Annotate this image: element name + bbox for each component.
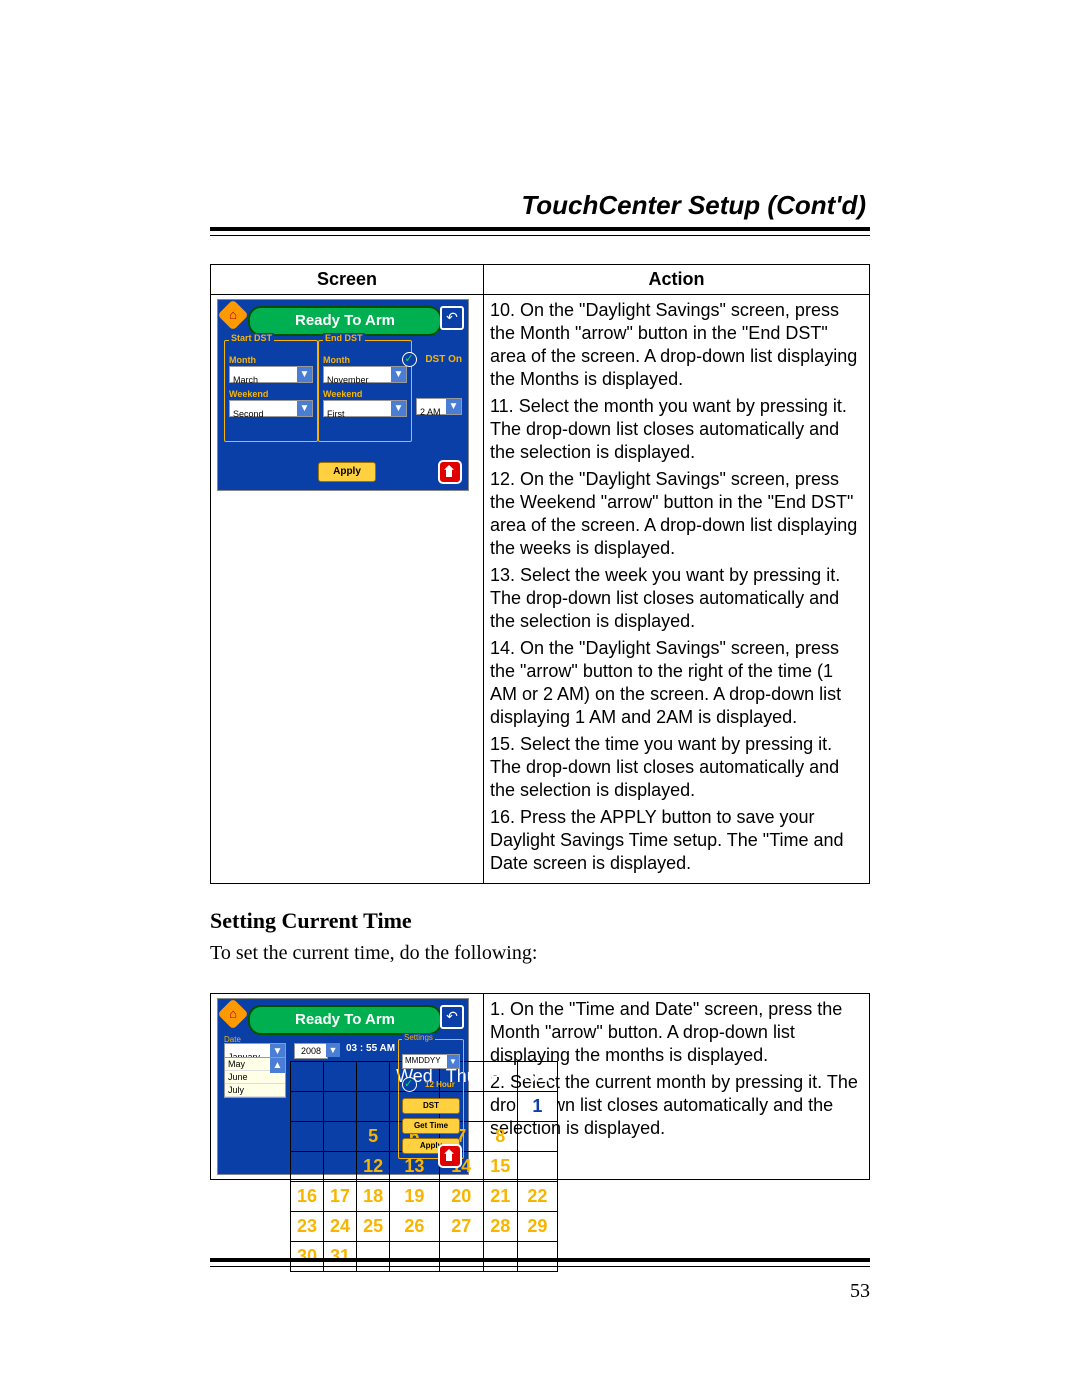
hour12-label: 12 Hour [425, 1080, 455, 1089]
day-name: Sat [517, 1062, 557, 1092]
dst-on-label: DST On [425, 354, 462, 365]
chevron-down-icon[interactable]: ▼ [447, 1055, 459, 1068]
end-dst-group: End DST Month November ▼ Weekend First ▼ [318, 340, 412, 442]
home-icon[interactable]: ⌂ [217, 299, 248, 330]
dst-on-toggle[interactable]: DST On [402, 348, 462, 369]
dst-button[interactable]: DST [402, 1098, 460, 1114]
month-label: Month [229, 355, 313, 365]
device-header: Ready To Arm [248, 1005, 442, 1035]
step-10: 10. On the "Daylight Savings" screen, pr… [490, 299, 863, 391]
calendar-day[interactable]: 15 [483, 1152, 517, 1182]
home-icon[interactable]: ⌂ [217, 998, 248, 1029]
chevron-down-icon[interactable]: ▼ [446, 399, 461, 414]
calendar-day[interactable]: 5 [357, 1122, 390, 1152]
calendar-day[interactable]: 21 [483, 1182, 517, 1212]
start-month-value: March [230, 374, 261, 386]
instruction-table-1: Screen Action ⌂ Ready To Arm ↶ Start DST… [210, 264, 870, 884]
panic-icon[interactable] [438, 460, 462, 484]
step-14: 14. On the "Daylight Savings" screen, pr… [490, 637, 863, 729]
chevron-up-icon[interactable]: ▲ [270, 1058, 285, 1073]
apply-button[interactable]: Apply [318, 462, 376, 482]
chevron-down-icon[interactable]: ▼ [391, 367, 406, 382]
section-heading: Setting Current Time [210, 908, 870, 934]
end-weekend-value: First [324, 408, 348, 420]
day-name: Fri [483, 1062, 517, 1092]
calendar-day[interactable]: 17 [324, 1182, 357, 1212]
format-dropdown[interactable]: MMDDYY ▼ [402, 1054, 460, 1069]
time-display: 03 : 55 AM [346, 1043, 395, 1054]
section-text: To set the current time, do the followin… [210, 942, 870, 965]
calendar-day[interactable]: 16 [291, 1182, 324, 1212]
calendar-day[interactable]: 8 [483, 1122, 517, 1152]
chevron-down-icon[interactable]: ▼ [326, 1043, 340, 1057]
device-header: Ready To Arm [248, 306, 442, 336]
chevron-down-icon[interactable]: ▼ [297, 401, 312, 416]
screen-cell-2: ⌂ Ready To Arm ↶ Date January ▼ ▲ May Ju… [211, 994, 484, 1180]
weekend-label: Weekend [323, 389, 407, 399]
end-month-dropdown[interactable]: November ▼ [323, 366, 407, 383]
chevron-down-icon[interactable]: ▼ [297, 367, 312, 382]
page-title: TouchCenter Setup (Cont'd) [210, 190, 870, 221]
calendar-day[interactable]: 31 [324, 1242, 357, 1272]
device-screen-timedate: ⌂ Ready To Arm ↶ Date January ▼ ▲ May Ju… [217, 998, 469, 1175]
device-screen-dst: ⌂ Ready To Arm ↶ Start DST Month March ▼… [217, 299, 469, 491]
hour-12-toggle[interactable]: 12 Hour [402, 1073, 460, 1094]
calendar-day[interactable]: 28 [483, 1212, 517, 1242]
end-weekend-dropdown[interactable]: First ▼ [323, 400, 407, 417]
check-icon [402, 1077, 417, 1092]
step-13: 13. Select the week you want by pressing… [490, 564, 863, 633]
step-16: 16. Press the APPLY button to save your … [490, 806, 863, 875]
calendar-day[interactable]: 29 [517, 1212, 557, 1242]
calendar-day[interactable]: 24 [324, 1212, 357, 1242]
weekend-label: Weekend [229, 389, 313, 399]
calendar-day[interactable]: 20 [439, 1182, 483, 1212]
footer-rule [210, 1258, 870, 1267]
settings-group: Settings MMDDYY ▼ 12 Hour DST Get Time [398, 1039, 464, 1159]
end-month-value: November [324, 374, 372, 386]
calendar-day[interactable]: 22 [517, 1182, 557, 1212]
calendar-day-selected[interactable]: 1 [517, 1092, 557, 1122]
calendar-day[interactable]: 19 [390, 1182, 440, 1212]
start-weekend-dropdown[interactable]: Second ▼ [229, 400, 313, 417]
page-number: 53 [850, 1280, 870, 1303]
step-15: 15. Select the time you want by pressing… [490, 733, 863, 802]
calendar-day[interactable]: 18 [357, 1182, 390, 1212]
settings-label: Settings [402, 1033, 435, 1042]
format-value: MMDDYY [405, 1056, 441, 1065]
start-dst-group: Start DST Month March ▼ Weekend Second ▼ [224, 340, 318, 442]
time-value: 2 AM [417, 406, 444, 418]
panic-icon[interactable] [438, 1144, 462, 1168]
time-dropdown[interactable]: 2 AM ▼ [416, 398, 462, 415]
calendar-day[interactable]: 26 [390, 1212, 440, 1242]
month-label: Month [323, 355, 407, 365]
check-icon [402, 352, 417, 367]
calendar-day[interactable]: 12 [357, 1152, 390, 1182]
calendar-day[interactable]: 30 [291, 1242, 324, 1272]
month-list[interactable]: ▲ May June July [224, 1057, 286, 1098]
title-rule [210, 227, 870, 236]
col-screen-header: Screen [211, 265, 484, 295]
year-field[interactable]: 2008 [294, 1043, 328, 1059]
screen-cell-1: ⌂ Ready To Arm ↶ Start DST Month March ▼… [211, 295, 484, 884]
back-icon[interactable]: ↶ [440, 1005, 464, 1029]
instruction-table-2: ⌂ Ready To Arm ↶ Date January ▼ ▲ May Ju… [210, 993, 870, 1180]
gettime-button[interactable]: Get Time [402, 1118, 460, 1134]
step-12: 12. On the "Daylight Savings" screen, pr… [490, 468, 863, 560]
calendar-day[interactable]: 27 [439, 1212, 483, 1242]
start-dst-label: Start DST [229, 333, 274, 343]
end-dst-label: End DST [323, 333, 365, 343]
calendar-day[interactable]: 25 [357, 1212, 390, 1242]
list-item[interactable]: July [225, 1084, 285, 1097]
chevron-down-icon[interactable]: ▼ [391, 401, 406, 416]
col-action-header: Action [484, 265, 870, 295]
action-cell-1: 10. On the "Daylight Savings" screen, pr… [484, 295, 870, 884]
calendar-day[interactable]: 23 [291, 1212, 324, 1242]
start-weekend-value: Second [230, 408, 267, 420]
step-1: 1. On the "Time and Date" screen, press … [490, 998, 863, 1067]
step-11: 11. Select the month you want by pressin… [490, 395, 863, 464]
start-month-dropdown[interactable]: March ▼ [229, 366, 313, 383]
back-icon[interactable]: ↶ [440, 306, 464, 330]
